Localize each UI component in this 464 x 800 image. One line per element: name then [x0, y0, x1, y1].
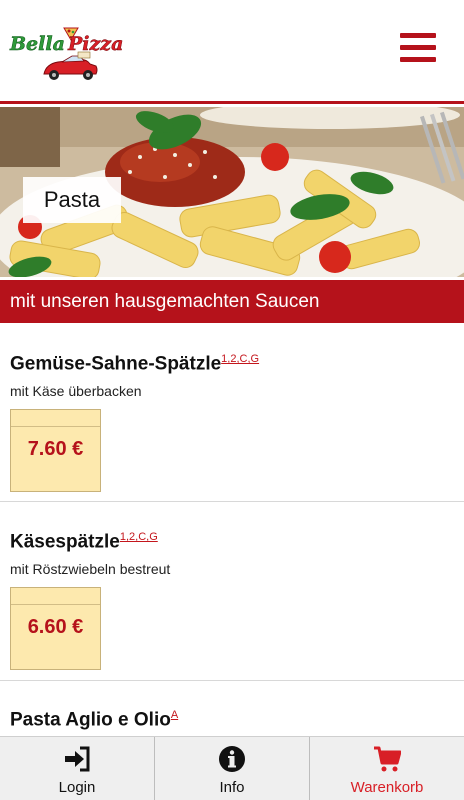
price-value: 7.60 €	[27, 438, 84, 460]
item-name: Käsespätzle	[10, 531, 120, 553]
bella-pizza-logo[interactable]: Bella Pizza	[6, 22, 132, 92]
svg-text:Bella: Bella	[9, 33, 65, 55]
bottom-navigation: Login Info Warenkorb	[0, 736, 464, 800]
price-divider	[11, 426, 100, 427]
item-name: Pasta Aglio e Olio	[10, 709, 171, 731]
allergen-link[interactable]: 1,2,C,G	[221, 353, 259, 365]
category-label: Pasta	[23, 177, 121, 223]
svg-text:Pizza: Pizza	[67, 33, 123, 55]
nav-cart-label: Warenkorb	[350, 779, 424, 796]
nav-info[interactable]: Info	[154, 737, 309, 800]
nav-info-label: Info	[219, 779, 245, 796]
item-description: mit Käse überbacken	[10, 383, 142, 399]
price-button[interactable]: 7.60 €	[10, 409, 101, 492]
price-divider	[11, 604, 100, 605]
item-name: Gemüse-Sahne-Spätzle	[10, 353, 222, 375]
item-title: Gemüse-Sahne-Spätzle1,2,C,G	[10, 353, 259, 375]
allergen-link[interactable]: 1,2,C,G	[120, 531, 158, 543]
sign-in-icon	[65, 746, 90, 772]
nav-login[interactable]: Login	[0, 737, 154, 800]
menu-item[interactable]: Gemüse-Sahne-Spätzle1,2,C,G mit Käse übe…	[0, 323, 464, 502]
menu-item[interactable]: Käsespätzle1,2,C,G mit Röstzwiebeln best…	[0, 502, 464, 681]
nav-login-label: Login	[58, 779, 96, 796]
nav-cart[interactable]: Warenkorb	[309, 737, 464, 800]
item-description: mit Röstzwiebeln bestreut	[10, 561, 171, 577]
allergen-link[interactable]: A	[171, 709, 178, 721]
item-title: Käsespätzle1,2,C,G	[10, 531, 158, 553]
menu-item[interactable]: Pasta Aglio e OlioA	[0, 681, 464, 741]
shopping-cart-icon	[374, 746, 401, 772]
price-button[interactable]: 6.60 €	[10, 587, 101, 670]
category-banner: mit unseren hausgemachten Saucen	[0, 280, 464, 323]
price-value: 6.60 €	[27, 616, 84, 638]
app-header: Bella Pizza	[0, 0, 464, 104]
info-circle-icon	[219, 746, 245, 772]
category-hero-image: Pasta	[0, 107, 464, 277]
hamburger-menu-icon[interactable]	[400, 33, 436, 63]
item-title: Pasta Aglio e OlioA	[10, 709, 178, 731]
